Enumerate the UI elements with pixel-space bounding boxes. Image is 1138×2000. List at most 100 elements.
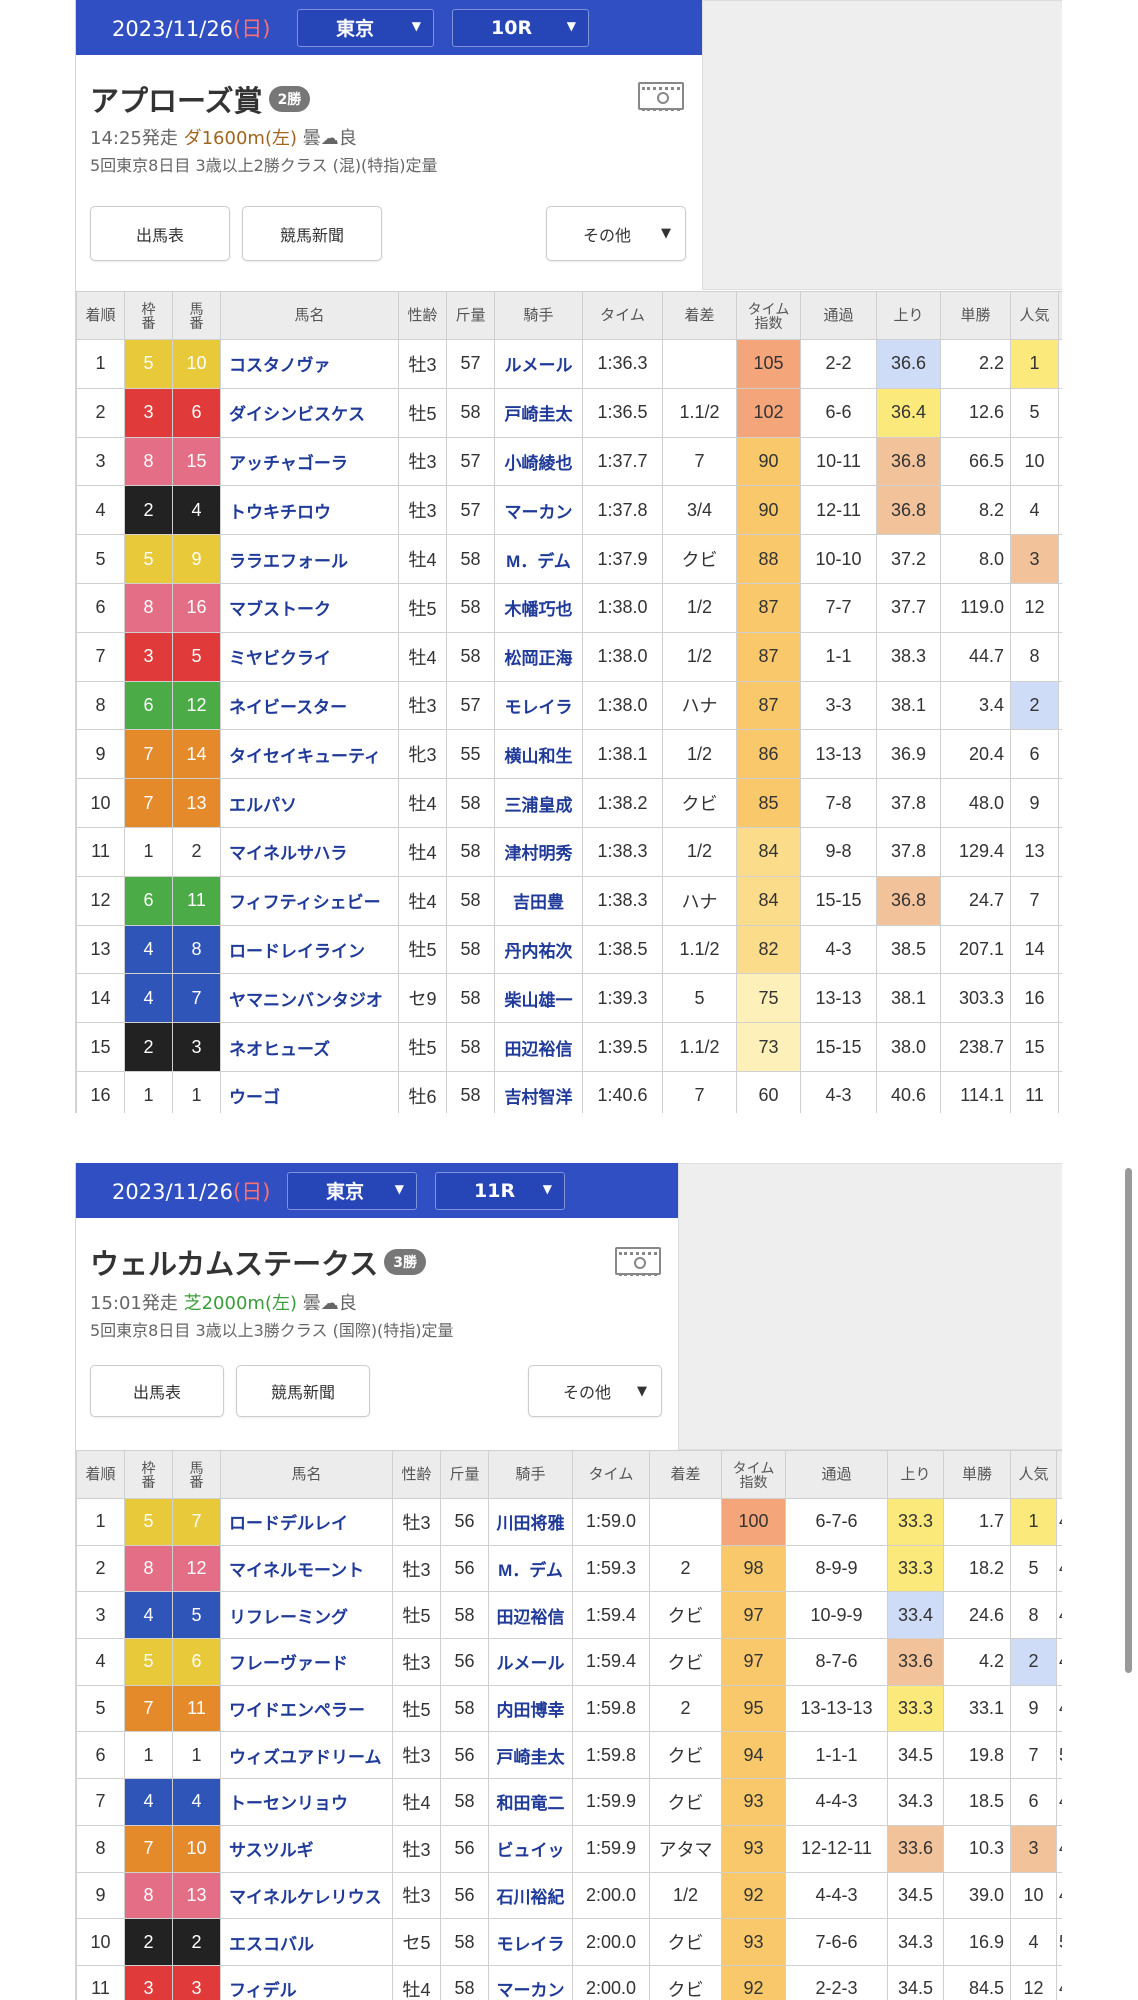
horse-name-cell[interactable]: ネオヒューズ bbox=[220, 1022, 399, 1072]
jockey-cell[interactable]: 戸崎圭太 bbox=[488, 1731, 573, 1780]
horse-name-cell[interactable]: ウーゴ bbox=[220, 1070, 399, 1113]
horse-name-cell[interactable]: ロードデルレイ bbox=[220, 1498, 393, 1546]
waku-cell: 8 bbox=[124, 436, 173, 487]
waku-cell: 6 bbox=[124, 680, 173, 731]
passing-cell: 6-7-6 bbox=[785, 1498, 888, 1546]
jockey-cell[interactable]: 戸崎圭太 bbox=[494, 387, 583, 438]
column-header-win-odds: 単勝 bbox=[943, 1450, 1011, 1499]
jockey-cell[interactable]: ルメール bbox=[494, 339, 583, 389]
horse-name-cell[interactable]: ヤマニンバンタジオ bbox=[220, 973, 399, 1024]
passing-cell: 10-10 bbox=[800, 534, 877, 584]
extra-cell bbox=[1058, 826, 1062, 877]
win-odds-cell: 1.7 bbox=[943, 1498, 1011, 1546]
umaban-cell: 4 bbox=[172, 1778, 221, 1826]
horse-name-cell[interactable]: フィフティシェビー bbox=[220, 875, 399, 926]
horse-name-cell[interactable]: トウキチロウ bbox=[220, 485, 399, 536]
extra-cell bbox=[1058, 582, 1062, 633]
horse-name-cell[interactable]: ロードレイライン bbox=[220, 924, 399, 975]
finish-cell: 16 bbox=[76, 1070, 125, 1113]
entries-button[interactable]: 出馬表 bbox=[90, 206, 230, 261]
margin-cell: クビ bbox=[662, 534, 737, 584]
last-3f-cell: 37.8 bbox=[876, 826, 941, 877]
column-header-extra bbox=[1056, 1450, 1062, 1499]
horse-name-cell[interactable]: フィデル bbox=[220, 1964, 393, 2000]
jockey-cell[interactable]: 小崎綾也 bbox=[494, 436, 583, 487]
jockey-cell[interactable]: 石川裕紀 bbox=[488, 1871, 573, 1920]
horse-name-cell[interactable]: ワイドエンペラー bbox=[220, 1684, 393, 1733]
umaban-cell: 10 bbox=[172, 339, 221, 389]
table-row: 5 5 9 ララエフォール 牡4 58 M．デム 1:37.9 クビ 88 10-10 37.2 8.0… bbox=[76, 534, 1062, 584]
horse-name-cell[interactable]: マブストーク bbox=[220, 582, 399, 633]
other-dropdown[interactable]: その他 ▼ bbox=[546, 206, 686, 261]
jockey-cell[interactable]: 田辺裕信 bbox=[488, 1591, 573, 1640]
jockey-cell[interactable]: 津村明秀 bbox=[494, 826, 583, 877]
horse-name-cell[interactable]: アッチャゴーラ bbox=[220, 436, 399, 487]
horse-name-cell[interactable]: ネイビースター bbox=[220, 680, 399, 731]
jockey-cell[interactable]: 木幡巧也 bbox=[494, 582, 583, 633]
other-dropdown[interactable]: その他 ▼ bbox=[528, 1365, 662, 1417]
race-number-select[interactable]: 10R ▼ bbox=[452, 8, 589, 47]
horse-name-cell[interactable]: エルパソ bbox=[220, 778, 399, 828]
jockey-cell[interactable]: 川田将雅 bbox=[488, 1498, 573, 1546]
jockey-cell[interactable]: 三浦皇成 bbox=[494, 778, 583, 828]
popularity-cell: 4 bbox=[1010, 1918, 1057, 1966]
horse-name-cell[interactable]: ララエフォール bbox=[220, 534, 399, 584]
sex-age-cell: 牡3 bbox=[392, 1544, 441, 1593]
jockey-cell[interactable]: 吉村智洋 bbox=[494, 1070, 583, 1113]
column-header-time: タイム bbox=[572, 1450, 650, 1499]
horse-name-cell[interactable]: ウィズユアドリーム bbox=[220, 1731, 393, 1780]
jockey-cell[interactable]: マーカン bbox=[494, 485, 583, 536]
jockey-cell[interactable]: マーカン bbox=[488, 1964, 573, 2000]
jockey-cell[interactable]: 和田竜二 bbox=[488, 1778, 573, 1826]
jockey-cell[interactable]: 田辺裕信 bbox=[494, 1022, 583, 1072]
horse-name-cell[interactable]: マイネルモーント bbox=[220, 1544, 393, 1593]
horse-name-cell[interactable]: マイネルケレリウス bbox=[220, 1871, 393, 1920]
jockey-cell[interactable]: M．デム bbox=[494, 534, 583, 584]
horse-name-cell[interactable]: コスタノヴァ bbox=[220, 339, 399, 389]
entries-button[interactable]: 出馬表 bbox=[90, 1365, 224, 1417]
video-icon[interactable] bbox=[615, 1247, 661, 1276]
jockey-cell[interactable]: 横山和生 bbox=[494, 729, 583, 780]
jockey-cell[interactable]: 吉田豊 bbox=[494, 875, 583, 926]
jockey-cell[interactable]: 丹内祐次 bbox=[494, 924, 583, 975]
jockey-cell[interactable]: 内田博幸 bbox=[488, 1684, 573, 1733]
newspaper-button[interactable]: 競馬新聞 bbox=[242, 206, 382, 261]
jockey-cell[interactable]: モレイラ bbox=[488, 1918, 573, 1966]
last-3f-cell: 34.5 bbox=[887, 1731, 944, 1780]
venue-select[interactable]: 東京 ▼ bbox=[297, 8, 434, 47]
horse-name-cell[interactable]: サスツルギ bbox=[220, 1824, 393, 1873]
jockey-cell[interactable]: ビュイッ bbox=[488, 1824, 573, 1873]
jockey-cell[interactable]: 柴山雄一 bbox=[494, 973, 583, 1024]
horse-name-cell[interactable]: エスコバル bbox=[220, 1918, 393, 1966]
waku-cell: 1 bbox=[124, 1070, 173, 1113]
extra-cell bbox=[1058, 680, 1062, 731]
course-info: ダ1600m(左) bbox=[183, 128, 297, 149]
sex-age-cell: 牡4 bbox=[398, 534, 447, 584]
horse-name-cell[interactable]: タイセイキューティ bbox=[220, 729, 399, 780]
video-icon[interactable] bbox=[638, 82, 684, 111]
horse-name-cell[interactable]: トーセンリョウ bbox=[220, 1778, 393, 1826]
waku-cell: 8 bbox=[124, 1544, 173, 1593]
sex-age-cell: 牡3 bbox=[392, 1871, 441, 1920]
popularity-cell: 10 bbox=[1010, 1871, 1057, 1920]
table-row: 9 7 14 タイセイキューティ 牝3 55 横山和生 1:38.1 1/2 86 13-13 36.… bbox=[76, 729, 1062, 780]
passing-cell: 10-9-9 bbox=[785, 1591, 888, 1640]
horse-name-cell[interactable]: ダイシンビスケス bbox=[220, 387, 399, 438]
time-cell: 2:00.0 bbox=[572, 1964, 650, 2000]
scrollbar[interactable] bbox=[1125, 1168, 1132, 1673]
horse-name-cell[interactable]: リフレーミング bbox=[220, 1591, 393, 1640]
finish-cell: 7 bbox=[76, 1778, 125, 1826]
newspaper-button[interactable]: 競馬新聞 bbox=[236, 1365, 370, 1417]
race-number-select[interactable]: 11R ▼ bbox=[435, 1171, 565, 1210]
jockey-cell[interactable]: 松岡正海 bbox=[494, 631, 583, 682]
jockey-cell[interactable]: M．デム bbox=[488, 1544, 573, 1593]
venue-select[interactable]: 東京 ▼ bbox=[287, 1171, 417, 1210]
horse-name-cell[interactable]: フレーヴァード bbox=[220, 1638, 393, 1686]
horse-name-cell[interactable]: ミヤビクライ bbox=[220, 631, 399, 682]
jockey-cell[interactable]: モレイラ bbox=[494, 680, 583, 731]
jockey-cell[interactable]: ルメール bbox=[488, 1638, 573, 1686]
last-3f-cell: 36.9 bbox=[876, 729, 941, 780]
horse-name-cell[interactable]: マイネルサハラ bbox=[220, 826, 399, 877]
extra-cell bbox=[1058, 924, 1062, 975]
extra-cell: 5 bbox=[1056, 1918, 1062, 1966]
